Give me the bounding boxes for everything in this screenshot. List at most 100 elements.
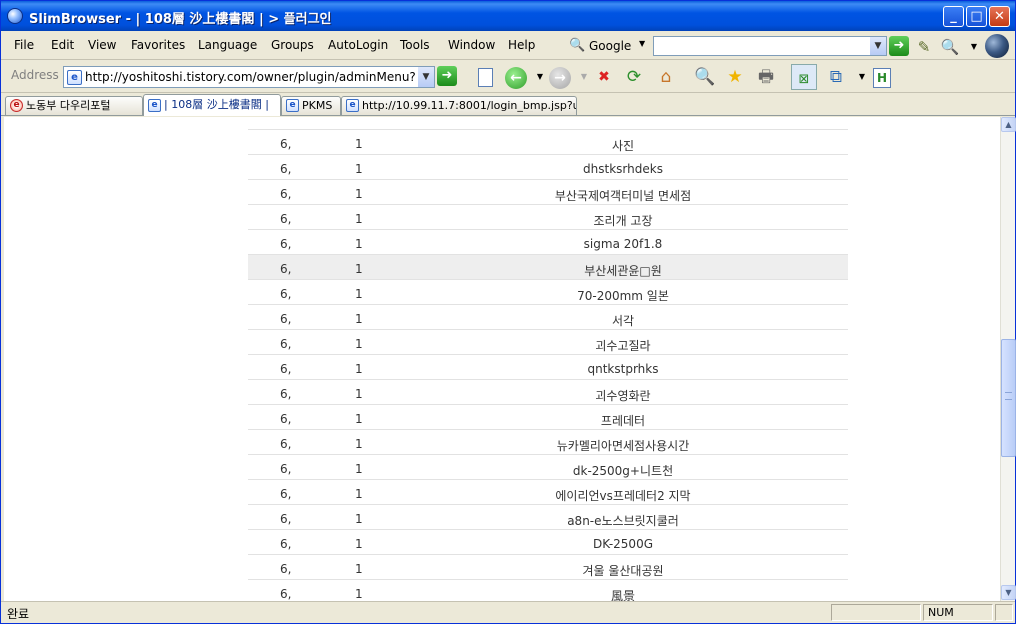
globe-icon[interactable] <box>985 34 1009 58</box>
scroll-thumb[interactable] <box>1001 339 1016 457</box>
row-col-title: dk-2500g+니트천 <box>572 464 674 478</box>
row-col-2: 1 <box>355 312 363 326</box>
row-col-1: 6, <box>280 312 292 326</box>
row-col-title: 서각 <box>611 314 635 328</box>
search-engine-selector[interactable]: 🔍 Google ▼ <box>567 35 647 57</box>
table-row: 6, 1 dk-2500g+니트천 <box>248 455 848 480</box>
menu-edit[interactable]: Edit <box>51 38 74 52</box>
home-icon[interactable]: ⌂ <box>653 64 679 90</box>
row-col-title: 괴수고질라 <box>595 339 651 353</box>
menu-language[interactable]: Language <box>198 38 257 52</box>
maximize-button[interactable]: □ <box>966 6 987 27</box>
row-col-1: 6, <box>280 562 292 576</box>
num-lock-indicator: NUM <box>923 604 993 621</box>
menu-window[interactable]: Window <box>448 38 495 52</box>
row-col-2: 1 <box>355 337 363 351</box>
table-row: 6, 1 부산세관윤□원 <box>248 255 848 280</box>
table-row: 6, 1 sigma 20f1.8 <box>248 230 848 255</box>
row-col-2: 1 <box>355 137 363 151</box>
find-icon[interactable]: 🔍 <box>937 34 963 60</box>
table-row: 6, 1 사진 <box>248 130 848 155</box>
scroll-up-arrow-icon[interactable]: ▲ <box>1001 117 1016 132</box>
row-col-title: 부산국제여객터미널 면세점 <box>554 189 692 203</box>
row-col-2: 1 <box>355 237 363 251</box>
table-row: 6, 1 부산국제여객터미널 면세점 <box>248 180 848 205</box>
menu-file[interactable]: File <box>14 38 34 52</box>
table-row: 6, 1 서각 <box>248 305 848 330</box>
row-col-2: 1 <box>355 387 363 401</box>
forward-icon[interactable]: → <box>547 64 573 90</box>
row-col-2: 1 <box>355 262 363 276</box>
row-col-title: 風景 <box>610 589 635 601</box>
plugin-table: 6, 1 사진 6, 1 dhstksrhdeks 6, 1 부산국제여객터미널 면세점 6, 1 조… <box>248 117 848 601</box>
table-row: 6, 1 괴수영화란 <box>248 380 848 405</box>
scroll-down-arrow-icon[interactable]: ▼ <box>1001 585 1016 600</box>
row-col-title: DK-2500G <box>592 537 654 551</box>
search-input[interactable]: ▼ <box>653 36 887 56</box>
favorites-star-icon[interactable]: ★ <box>722 64 748 90</box>
menu-help[interactable]: Help <box>508 38 535 52</box>
menu-autologin[interactable]: AutoLogin <box>328 38 388 52</box>
highlight-icon[interactable]: ✎ <box>911 34 937 60</box>
table-row: 6, 1 qntkstprhks <box>248 355 848 380</box>
row-col-1: 6, <box>280 237 292 251</box>
row-col-title: 사진 <box>611 139 635 153</box>
row-col-1: 6, <box>280 362 292 376</box>
row-col-1: 6, <box>280 437 292 451</box>
tab-nodongbu-portal[interactable]: e 노동부 다우리포털 <box>5 96 143 115</box>
tab-label: | 108層 沙上樓書閣 | <box>164 98 269 111</box>
table-row: 6, 1 뉴카멜리아면세점사용시간 <box>248 430 848 455</box>
row-col-2: 1 <box>355 437 363 451</box>
row-col-1: 6, <box>280 587 292 601</box>
resize-grip[interactable] <box>995 604 1013 621</box>
tab-108-blog[interactable]: e | 108層 沙上樓書閣 | <box>143 94 281 116</box>
print-icon[interactable]: 🖶 <box>753 64 779 90</box>
row-col-title: 에이리언vs프레데터2 지막 <box>555 489 691 503</box>
row-col-1: 6, <box>280 137 292 151</box>
row-col-1: 6, <box>280 287 292 301</box>
tab-label: PKMS <box>302 99 333 112</box>
tab-pkms[interactable]: e PKMS <box>281 96 341 115</box>
address-input[interactable]: e http://yoshitoshi.tistory.com/owner/pl… <box>63 66 435 88</box>
menu-tools[interactable]: Tools <box>400 38 430 52</box>
menu-groups[interactable]: Groups <box>271 38 314 52</box>
row-col-title: dhstksrhdeks <box>583 162 663 176</box>
row-col-2: 1 <box>355 512 363 526</box>
table-row: 6, 1 프레데터 <box>248 405 848 430</box>
search-zoom-icon[interactable]: 🔍 <box>692 64 718 90</box>
find-dropdown-icon[interactable]: ▼ <box>961 34 987 60</box>
row-col-2: 1 <box>355 162 363 176</box>
ie-favicon-icon: e <box>286 99 299 112</box>
stop-icon[interactable]: ✖ <box>591 64 617 90</box>
close-tab-icon[interactable]: ⊠ <box>791 64 817 90</box>
close-button[interactable]: ✕ <box>989 6 1010 27</box>
portal-favicon-icon: e <box>10 99 23 112</box>
back-icon[interactable]: ← <box>503 64 529 90</box>
group-icon[interactable]: ⧉ <box>823 64 849 90</box>
search-go-button[interactable]: ➜ <box>889 36 909 56</box>
tab-login-bmp[interactable]: e http://10.99.11.7:8001/login_bmp.jsp?u… <box>341 96 577 115</box>
address-go-button[interactable]: ➜ <box>437 66 457 86</box>
hanja-dictionary-icon[interactable]: H <box>869 64 895 90</box>
row-col-title: 뉴카멜리아면세점사용시간 <box>556 439 690 453</box>
slimbrowser-logo-icon[interactable] <box>7 8 23 24</box>
row-col-2: 1 <box>355 287 363 301</box>
menu-view[interactable]: View <box>88 38 116 52</box>
minimize-button[interactable]: _ <box>943 6 964 27</box>
new-page-icon[interactable] <box>472 64 498 90</box>
menu-favorites[interactable]: Favorites <box>131 38 185 52</box>
table-row-partial <box>248 117 848 130</box>
row-col-title: sigma 20f1.8 <box>583 237 663 251</box>
row-col-2: 1 <box>355 412 363 426</box>
vertical-scrollbar[interactable]: ▲ ▼ <box>1000 117 1016 601</box>
refresh-icon[interactable]: ⟳ <box>621 64 647 90</box>
address-dropdown[interactable]: ▼ <box>418 67 434 87</box>
row-col-title: 겨울 울산대공원 <box>582 564 664 578</box>
row-col-1: 6, <box>280 187 292 201</box>
address-label: Address <box>11 68 59 82</box>
search-history-dropdown[interactable]: ▼ <box>870 37 886 55</box>
row-col-title: 70-200mm 일본 <box>577 289 669 303</box>
browser-window: SlimBrowser - | 108層 沙上樓書閣 | > 플러그인 _ □ … <box>0 0 1016 624</box>
row-col-2: 1 <box>355 462 363 476</box>
table-row: 6, 1 괴수고질라 <box>248 330 848 355</box>
